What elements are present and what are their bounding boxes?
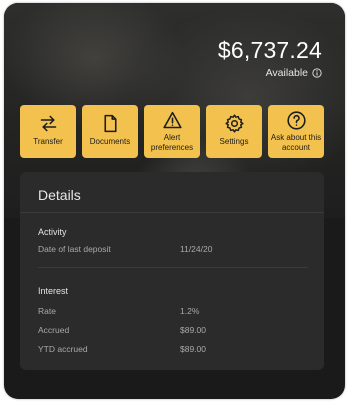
documents-button[interactable]: Documents <box>82 105 138 158</box>
accrued-label: Accrued <box>38 325 70 335</box>
transfer-button[interactable]: Transfer <box>20 105 76 158</box>
documents-label: Documents <box>89 137 131 146</box>
interest-section-title: Interest <box>38 286 69 296</box>
transfer-icon <box>40 115 56 132</box>
rate-value: 1.2% <box>180 306 200 316</box>
details-divider <box>20 212 324 213</box>
alert-preferences-button[interactable]: Alert preferences <box>144 105 200 158</box>
ytd-accrued-value: $89.00 <box>180 344 206 354</box>
available-text: Available <box>265 67 308 79</box>
last-deposit-label: Date of last deposit <box>38 244 111 254</box>
transfer-label: Transfer <box>33 137 63 146</box>
action-bar: Transfer Documents Alert preferences Set… <box>20 105 324 158</box>
activity-section-title: Activity <box>38 227 67 237</box>
details-panel: Details Activity Date of last deposit 11… <box>20 172 324 370</box>
gear-icon <box>224 114 244 133</box>
accrued-value: $89.00 <box>180 325 206 335</box>
question-icon <box>286 111 306 130</box>
account-balance: $6,737.24 <box>217 37 322 63</box>
info-icon[interactable] <box>312 68 322 78</box>
settings-label: Settings <box>219 137 249 146</box>
rate-label: Rate <box>38 306 56 316</box>
available-label: Available <box>266 67 322 79</box>
section-divider <box>38 267 308 268</box>
ytd-accrued-label: YTD accrued <box>38 344 88 354</box>
last-deposit-value: 11/24/20 <box>180 244 213 254</box>
alert-icon <box>162 111 182 129</box>
ask-about-account-button[interactable]: Ask about this account <box>268 105 324 158</box>
account-card: $6,737.24 Available Transfer Documents A… <box>4 3 345 399</box>
document-icon <box>103 114 117 133</box>
alert-preferences-label: Alert preferences <box>150 133 194 152</box>
ask-about-account-label: Ask about this account <box>270 133 322 152</box>
details-title: Details <box>38 187 81 203</box>
settings-button[interactable]: Settings <box>206 105 262 158</box>
